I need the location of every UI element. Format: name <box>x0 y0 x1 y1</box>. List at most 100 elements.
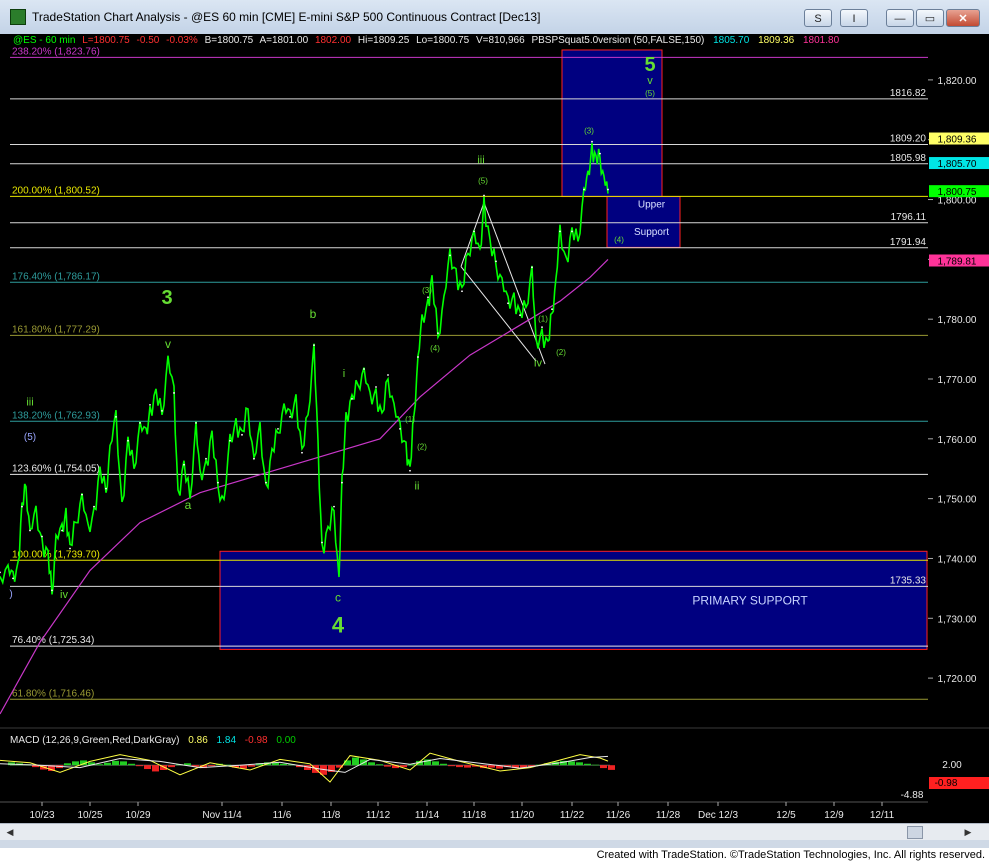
scroll-thumb[interactable] <box>907 826 923 839</box>
swing-marker <box>173 392 175 394</box>
wave-label: ii <box>415 481 420 493</box>
window-title: TradeStation Chart Analysis - @ES 60 min… <box>32 10 541 24</box>
swing-marker <box>531 266 533 269</box>
macd-axis-label-bottom: -4.88 <box>901 790 924 801</box>
level-label: 1735.33 <box>890 575 927 586</box>
swing-marker <box>399 427 401 430</box>
swing-marker <box>12 577 14 580</box>
wave-label: a <box>185 498 192 512</box>
minimize-button[interactable]: — <box>886 9 914 27</box>
macd-histogram-bar <box>152 765 159 772</box>
level-label: 1805.98 <box>890 153 927 164</box>
wave-label: ) <box>9 589 12 600</box>
y-tick-label: 1,730.00 <box>938 614 977 625</box>
swing-marker <box>265 481 267 484</box>
swing-marker <box>341 481 343 484</box>
horizontal-scrollbar[interactable]: ◀ ▶ <box>0 823 989 840</box>
x-tick-label: 11/20 <box>510 810 535 821</box>
swing-marker <box>483 194 485 197</box>
header-study: PBSPSquat5.0version (50,FALSE,150) <box>531 35 704 46</box>
swing-marker <box>551 308 553 311</box>
macd-tag: -0.98 <box>935 778 958 789</box>
y-tick-label: 1,770.00 <box>938 375 977 386</box>
scroll-left-arrow-icon[interactable]: ◀ <box>4 826 16 838</box>
swing-marker <box>571 230 573 233</box>
macd-histogram-bar <box>168 765 175 768</box>
header-bid: B=1800.75 <box>205 35 254 46</box>
macd-histogram-bar <box>72 761 79 766</box>
macd-histogram-bar <box>584 763 591 766</box>
swing-marker <box>253 457 255 460</box>
macd-axis-label-top: 2.00 <box>942 760 962 771</box>
wave-label: (5) <box>24 432 36 443</box>
macd-histogram-bar <box>248 765 255 767</box>
swing-marker <box>607 188 609 191</box>
swing-marker <box>205 457 207 460</box>
macd-histogram-bar <box>64 763 71 766</box>
macd-histogram-bar <box>352 757 359 766</box>
swing-marker <box>473 230 475 233</box>
header-ask: A=1801.00 <box>259 35 308 46</box>
x-tick-label: 11/26 <box>606 810 631 821</box>
i-dropdown-button[interactable]: I <box>840 9 868 27</box>
wave-label: (2) <box>417 443 427 452</box>
title-bar[interactable]: TradeStation Chart Analysis - @ES 60 min… <box>0 0 989 35</box>
header-change: -0.50 <box>137 35 160 46</box>
swing-marker <box>41 535 43 538</box>
maximize-button[interactable]: ▭ <box>916 9 944 27</box>
chart-window: TradeStation Chart Analysis - @ES 60 min… <box>0 0 989 848</box>
price-chart[interactable]: Upper Support PRIMARY SUPPORT 1816.82 1809.… <box>0 34 989 823</box>
fib-label: 100.00% (1,739.70) <box>12 549 100 560</box>
macd-value-1: 0.86 <box>188 735 208 746</box>
fib-label: 123.60% (1,754.05) <box>12 463 100 474</box>
header-line: @ES - 60 min L=1800.75 -0.50 -0.03% B=18… <box>13 35 840 46</box>
s-dropdown-button[interactable]: S <box>804 9 832 27</box>
fib-label: 161.80% (1,777.29) <box>12 324 100 335</box>
wave-label: iv <box>60 589 68 601</box>
x-tick-label: 11/22 <box>560 810 585 821</box>
macd-histogram-bar <box>592 764 599 766</box>
y-tick-label: 1,740.00 <box>938 554 977 565</box>
macd-label: MACD (12,26,9,Green,Red,DarkGray) <box>10 735 180 746</box>
swing-marker <box>427 296 429 299</box>
macd-histogram-bar <box>112 760 119 766</box>
header-lo: Lo=1800.75 <box>416 35 470 46</box>
swing-marker <box>115 415 117 418</box>
swing-marker <box>351 398 353 400</box>
swing-marker <box>161 409 163 412</box>
swing-marker <box>29 529 31 532</box>
wave-label: b <box>310 307 317 321</box>
credit-line: Created with TradeStation. ©TradeStation… <box>596 849 985 861</box>
wave-label: i <box>343 368 345 380</box>
tradestation-app-icon <box>10 9 26 25</box>
swing-marker <box>519 314 521 317</box>
swing-marker <box>277 427 279 430</box>
level-label: 1796.11 <box>891 212 927 223</box>
wave-label: (5) <box>645 89 655 98</box>
x-tick-label: Dec 12/3 <box>698 810 738 821</box>
fib-label: 138.20% (1,762.93) <box>12 410 100 421</box>
macd-value-2: 1.84 <box>217 735 237 746</box>
price-tag: 1,805.70 <box>938 159 977 170</box>
macd-histogram-bar <box>384 765 391 767</box>
swing-marker <box>333 505 335 508</box>
macd-histogram-bar <box>104 762 111 766</box>
swing-marker <box>241 433 243 436</box>
macd-value-3: -0.98 <box>245 735 268 746</box>
swing-marker <box>139 421 141 424</box>
swing-marker <box>313 344 315 346</box>
fib-label: 61.80% (1,716.46) <box>12 688 94 699</box>
wave-label: (3) <box>584 127 594 136</box>
x-tick-label: 11/14 <box>415 810 440 821</box>
y-tick-label: 1,720.00 <box>938 674 977 685</box>
swing-marker <box>409 469 411 472</box>
macd-histogram-bar <box>96 764 103 766</box>
scroll-right-arrow-icon[interactable]: ▶ <box>962 826 974 838</box>
fib-label: 76.40% (1,725.34) <box>12 635 94 646</box>
wave-label: 4 <box>332 613 345 638</box>
swing-marker <box>127 439 129 442</box>
wave-label: 5 <box>644 54 655 76</box>
close-button[interactable]: ✕ <box>946 9 980 27</box>
swing-marker <box>149 404 151 406</box>
wave-label: iii <box>477 155 484 167</box>
